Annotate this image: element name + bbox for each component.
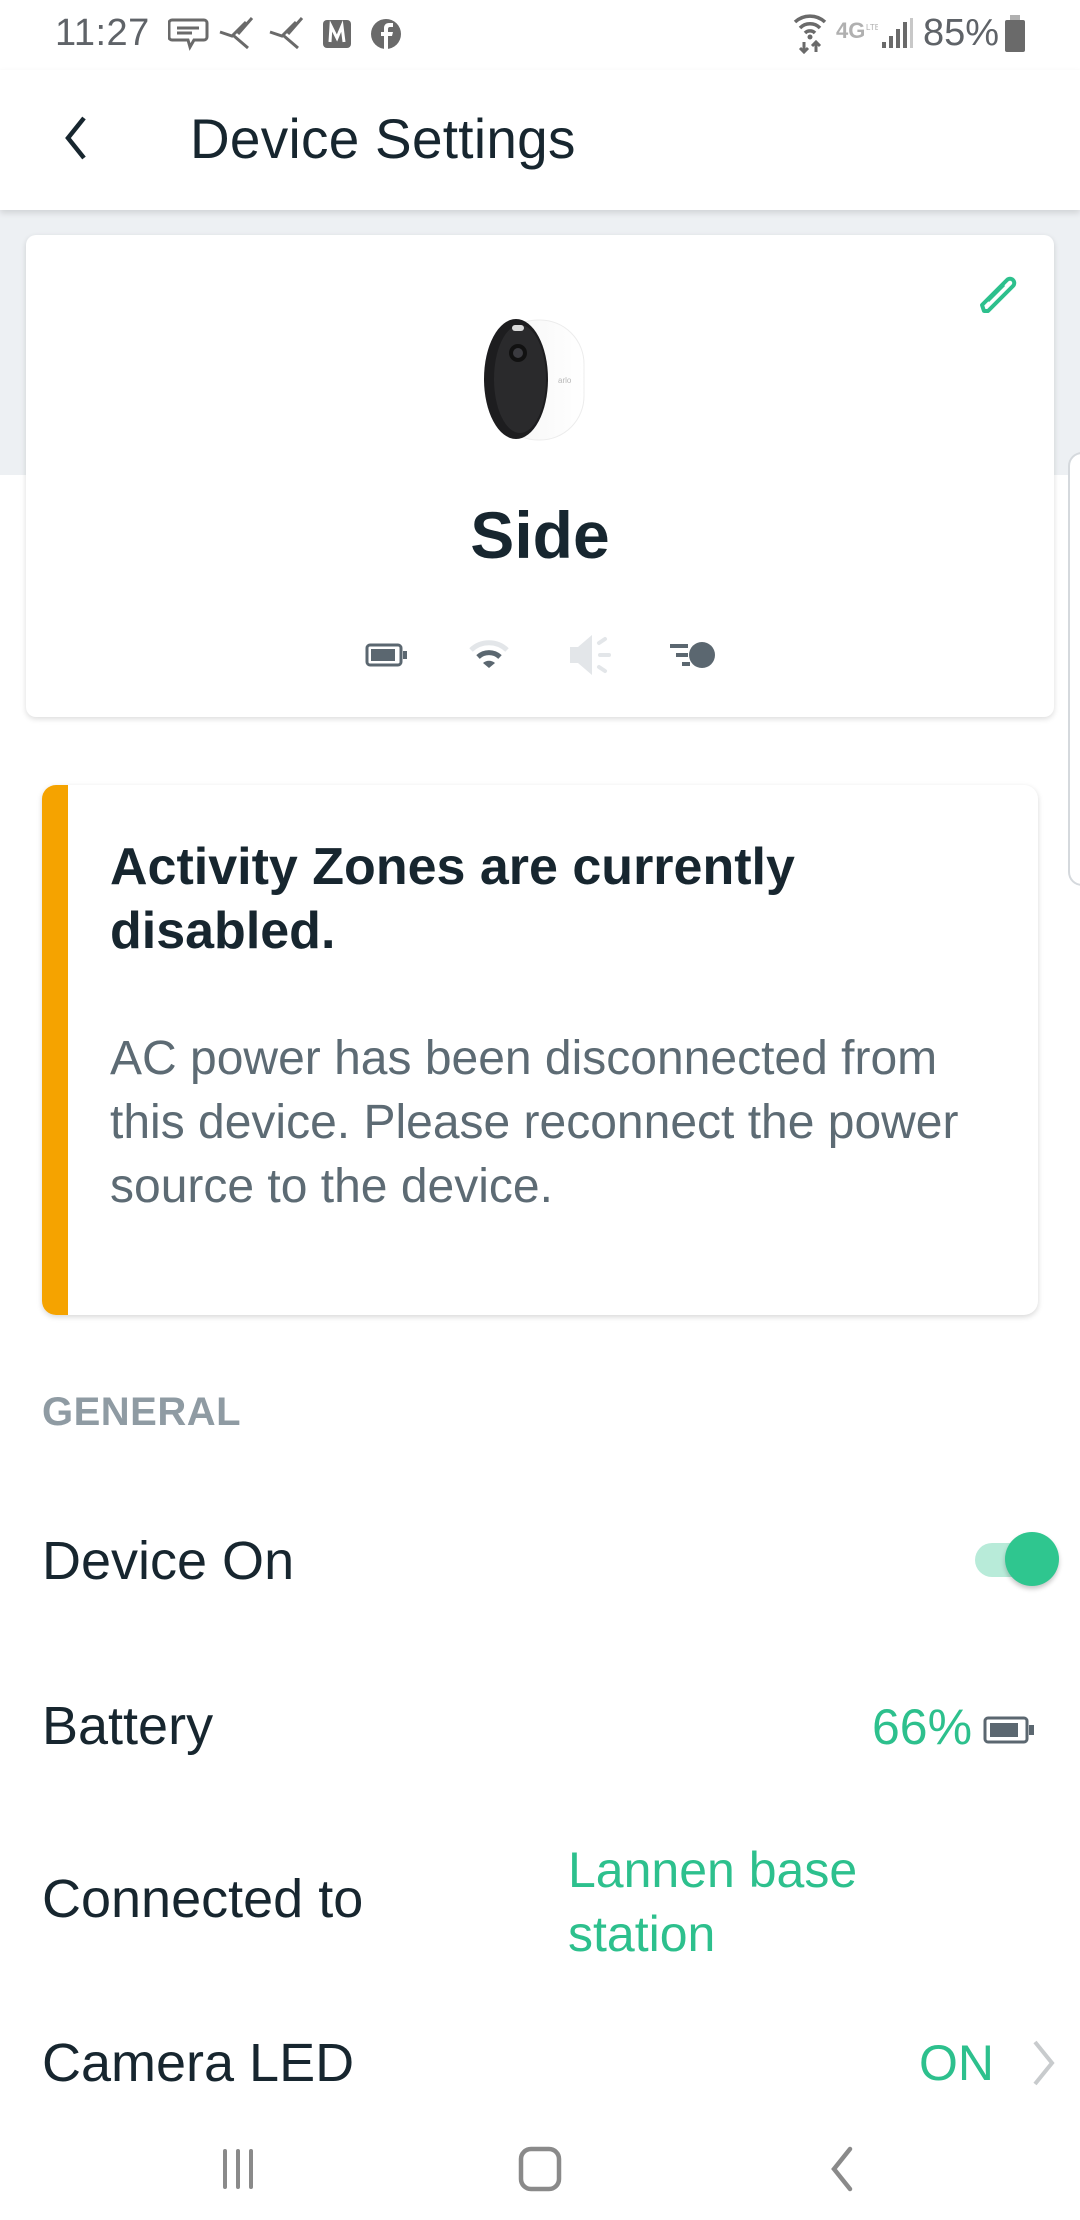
battery-value: 66% xyxy=(872,1699,973,1755)
device-on-toggle[interactable] xyxy=(975,1525,1059,1591)
app-header: Device Settings xyxy=(0,70,1080,210)
section-header-general: GENERAL xyxy=(42,1390,242,1434)
facebook-icon xyxy=(371,19,401,49)
camera-image: arlo xyxy=(484,319,585,441)
page-title: Device Settings xyxy=(190,107,576,170)
recents-icon xyxy=(223,2149,253,2189)
setting-label: Device On xyxy=(42,1531,295,1591)
camera-led-value: ON xyxy=(919,2035,994,2091)
device-card: arlo Side xyxy=(26,235,1054,717)
wifi-icon xyxy=(464,635,514,675)
setting-row-device-on: Device On xyxy=(0,1490,1080,1630)
status-time: 11:27 xyxy=(55,12,150,54)
bird-icon xyxy=(219,17,254,50)
battery-status-icon xyxy=(1005,15,1025,52)
setting-label: Battery xyxy=(42,1696,214,1756)
edit-device-name-button[interactable] xyxy=(970,267,1026,323)
pencil-icon xyxy=(980,276,1017,313)
home-button[interactable] xyxy=(495,2134,585,2204)
system-nav-bar xyxy=(0,2120,1080,2220)
chevron-right-icon xyxy=(1033,2040,1055,2086)
m-app-icon xyxy=(323,20,351,48)
setting-label: Camera LED xyxy=(42,2033,355,2093)
wifi-data-icon xyxy=(793,14,827,54)
alert-accent-bar xyxy=(42,785,68,1315)
setting-row-connected-to: Connected to Lannen base station xyxy=(0,1820,1080,1980)
system-back-button[interactable] xyxy=(797,2134,887,2204)
back-button[interactable] xyxy=(40,98,110,178)
svg-text:arlo: arlo xyxy=(558,376,572,385)
chevron-left-icon xyxy=(65,116,86,160)
signal-icon xyxy=(882,18,913,48)
svg-text:LTE: LTE xyxy=(866,23,878,32)
speaker-icon xyxy=(566,635,616,675)
setting-label: Connected to xyxy=(42,1869,364,1929)
status-bar: 11:27 4G LTE 85% xyxy=(0,0,1080,70)
device-status-icons xyxy=(26,635,1054,675)
motion-icon xyxy=(668,635,718,675)
svg-text:4G: 4G xyxy=(836,18,865,43)
back-icon xyxy=(831,2146,853,2192)
activity-zones-alert: Activity Zones are currently disabled. A… xyxy=(42,785,1038,1315)
battery-icon xyxy=(362,635,412,675)
battery-icon xyxy=(983,1716,1034,1744)
4g-lte-icon: 4G LTE xyxy=(836,18,878,43)
home-icon xyxy=(518,2146,562,2192)
message-icon xyxy=(168,18,209,51)
alert-message: AC power has been disconnected from this… xyxy=(110,1032,959,1213)
setting-row-camera-led[interactable]: Camera LED ON xyxy=(0,2000,1080,2120)
alert-title: Activity Zones are currently disabled. xyxy=(110,838,795,960)
device-name: Side xyxy=(470,498,610,572)
bird-icon xyxy=(269,17,304,50)
edge-panel-handle[interactable] xyxy=(1068,452,1080,886)
toggle-thumb xyxy=(1005,1532,1059,1586)
connected-base-station: Lannen base station xyxy=(568,1842,858,1962)
setting-row-battery: Battery 66% xyxy=(0,1660,1080,1800)
status-battery-percent: 85% xyxy=(923,12,1000,54)
recents-button[interactable] xyxy=(193,2134,283,2204)
